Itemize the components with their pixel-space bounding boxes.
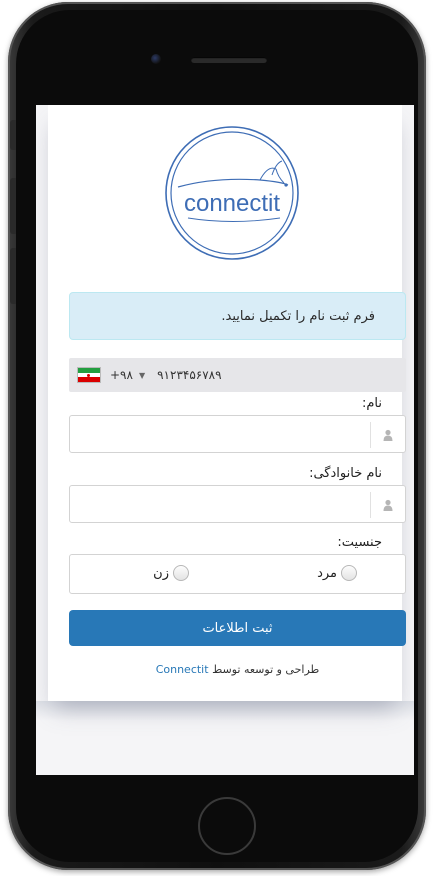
form-instruction-alert: فرم ثبت نام را تکمیل نمایید.: [69, 292, 406, 340]
home-button[interactable]: [198, 797, 256, 855]
user-icon: [383, 499, 393, 511]
logo-wordmark: connectit: [184, 190, 280, 217]
phone-number-input[interactable]: +۹۸ ▼ ۹۱۲۳۴۵۶۷۸۹: [69, 358, 406, 392]
user-icon: [383, 429, 393, 441]
gender-option-label[interactable]: مرد: [317, 566, 337, 581]
footer-text: طراحی و توسعه توسط: [212, 663, 320, 676]
gender-label: جنسیت:: [337, 535, 382, 550]
footer-credit: طراحی و توسعه توسط Connectit: [69, 663, 406, 676]
last-name-field[interactable]: [69, 485, 406, 523]
gender-option-label[interactable]: زن: [153, 566, 169, 581]
radio-button[interactable]: [173, 565, 189, 581]
first-name-field[interactable]: [69, 415, 406, 453]
last-name-label: نام خانوادگی:: [309, 466, 382, 481]
card-shadow: [36, 701, 414, 721]
gender-option-male[interactable]: مرد: [317, 565, 357, 581]
footer-brand-link[interactable]: Connectit: [156, 663, 209, 676]
first-name-input[interactable]: [76, 420, 370, 450]
radio-button[interactable]: [341, 565, 357, 581]
chevron-down-icon[interactable]: ▼: [139, 371, 145, 380]
first-name-label: نام:: [361, 396, 382, 411]
submit-button-label[interactable]: ثبت اطلاعات: [202, 621, 272, 636]
gender-selector: مرد زن: [69, 554, 406, 594]
dial-code[interactable]: +۹۸: [110, 368, 133, 382]
first-name-addon: [370, 422, 405, 448]
page: connectit فرم ثبت نام را تکمیل نمایید. +…: [0, 0, 434, 876]
phone-number-value[interactable]: ۹۱۲۳۴۵۶۷۸۹: [157, 368, 221, 382]
alert-text: فرم ثبت نام را تکمیل نمایید.: [221, 308, 375, 324]
iran-flag-icon[interactable]: [77, 367, 101, 383]
last-name-addon: [370, 492, 405, 518]
registration-card: connectit فرم ثبت نام را تکمیل نمایید. +…: [48, 105, 406, 701]
earpiece-speaker: [191, 57, 267, 63]
last-name-input[interactable]: [76, 490, 370, 520]
phone-screen: connectit فرم ثبت نام را تکمیل نمایید. +…: [36, 105, 414, 775]
submit-button[interactable]: ثبت اطلاعات: [69, 610, 406, 646]
gender-option-female[interactable]: زن: [153, 565, 189, 581]
connectit-logo: connectit: [164, 125, 300, 261]
front-camera: [151, 54, 161, 64]
